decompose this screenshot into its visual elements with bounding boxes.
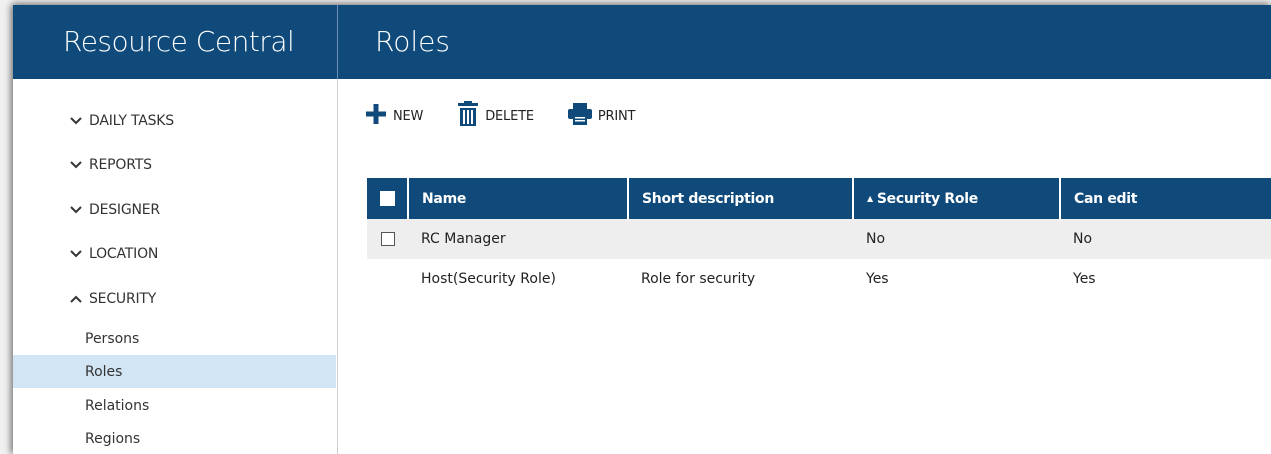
delete-button-label: DELETE xyxy=(485,108,534,124)
column-header-security-role[interactable]: ▲ Security Role xyxy=(852,178,1060,219)
cell-security-role: No xyxy=(853,219,1060,259)
print-button-label: PRINT xyxy=(597,108,636,124)
row-checkbox[interactable] xyxy=(380,232,395,246)
row-select-cell xyxy=(367,259,408,299)
sidebar-item-label: Regions xyxy=(85,430,141,447)
sidebar-item-label: Persons xyxy=(85,330,140,347)
column-header-label: Can edit xyxy=(1074,190,1138,207)
sidebar-group-label: DAILY TASKS xyxy=(89,113,174,129)
print-button[interactable]: PRINT xyxy=(567,101,636,131)
column-header-can-edit[interactable]: Can edit xyxy=(1059,178,1271,219)
sidebar-item-relations[interactable]: Relations xyxy=(13,389,336,422)
title-divider xyxy=(337,5,338,79)
top-bar: Resource Central Roles xyxy=(13,5,1271,79)
sidebar-item-regions[interactable]: Regions xyxy=(13,422,336,454)
chevron-down-icon xyxy=(69,247,83,261)
chevron-down-icon xyxy=(69,203,83,217)
cell-security-role: Yes xyxy=(866,271,889,287)
sidebar-group-location[interactable]: LOCATION xyxy=(13,239,337,269)
toolbar: NEW DELETE PRINT xyxy=(365,101,669,131)
sidebar-item-label: Relations xyxy=(85,397,150,414)
row-select-cell xyxy=(367,219,408,259)
cell-short-description: Role for security xyxy=(641,271,756,287)
printer-icon xyxy=(567,103,592,129)
new-button[interactable]: NEW xyxy=(365,101,423,131)
chevron-up-icon xyxy=(69,292,83,306)
table-row[interactable]: Host(Security Role) Role for security Ye… xyxy=(367,259,1271,299)
app-title[interactable]: Resource Central xyxy=(63,25,295,58)
chevron-down-icon xyxy=(69,158,83,172)
delete-button[interactable]: DELETE xyxy=(457,101,534,131)
page-title: Roles xyxy=(375,25,450,58)
sort-ascending-icon: ▲ xyxy=(867,193,873,203)
sidebar-group-label: REPORTS xyxy=(89,157,152,173)
select-all-checkbox[interactable] xyxy=(379,191,395,206)
sidebar-group-reports[interactable]: REPORTS xyxy=(13,150,337,180)
table-row[interactable]: RC Manager No No xyxy=(367,219,1271,259)
sidebar-group-daily-tasks[interactable]: DAILY TASKS xyxy=(13,106,337,136)
trash-icon xyxy=(457,101,479,131)
cell-can-edit: Yes xyxy=(1073,271,1096,287)
sidebar-group-label: SECURITY xyxy=(89,291,157,307)
sidebar-group-security[interactable]: SECURITY xyxy=(13,284,337,314)
cell-can-edit: No xyxy=(1060,219,1271,259)
column-header-short-description[interactable]: Short description xyxy=(627,178,853,219)
cell-name: Host(Security Role) xyxy=(421,271,556,287)
select-all-header xyxy=(367,178,408,219)
cell-short-description xyxy=(628,219,853,259)
column-header-label: Short description xyxy=(642,190,774,207)
roles-table: Name Short description ▲ Security Role Ca… xyxy=(367,178,1271,299)
chevron-down-icon xyxy=(69,114,83,128)
plus-icon xyxy=(365,103,387,129)
sidebar-group-label: DESIGNER xyxy=(89,202,160,218)
cell-name: RC Manager xyxy=(408,219,628,259)
new-button-label: NEW xyxy=(393,108,424,124)
sidebar-group-label: LOCATION xyxy=(89,246,159,262)
sidebar: DAILY TASKS REPORTS DESIGNER LOCATION SE… xyxy=(13,79,338,454)
sidebar-group-designer[interactable]: DESIGNER xyxy=(13,195,337,225)
sidebar-item-roles[interactable]: Roles xyxy=(13,355,336,388)
table-header-row: Name Short description ▲ Security Role Ca… xyxy=(367,178,1271,219)
sidebar-item-persons[interactable]: Persons xyxy=(13,322,336,355)
column-header-name[interactable]: Name xyxy=(407,178,628,219)
column-header-label: Name xyxy=(422,190,467,207)
column-header-label: Security Role xyxy=(876,190,978,207)
app-window: Resource Central Roles DAILY TASKS REPOR… xyxy=(13,5,1271,454)
sidebar-item-label: Roles xyxy=(85,363,123,380)
